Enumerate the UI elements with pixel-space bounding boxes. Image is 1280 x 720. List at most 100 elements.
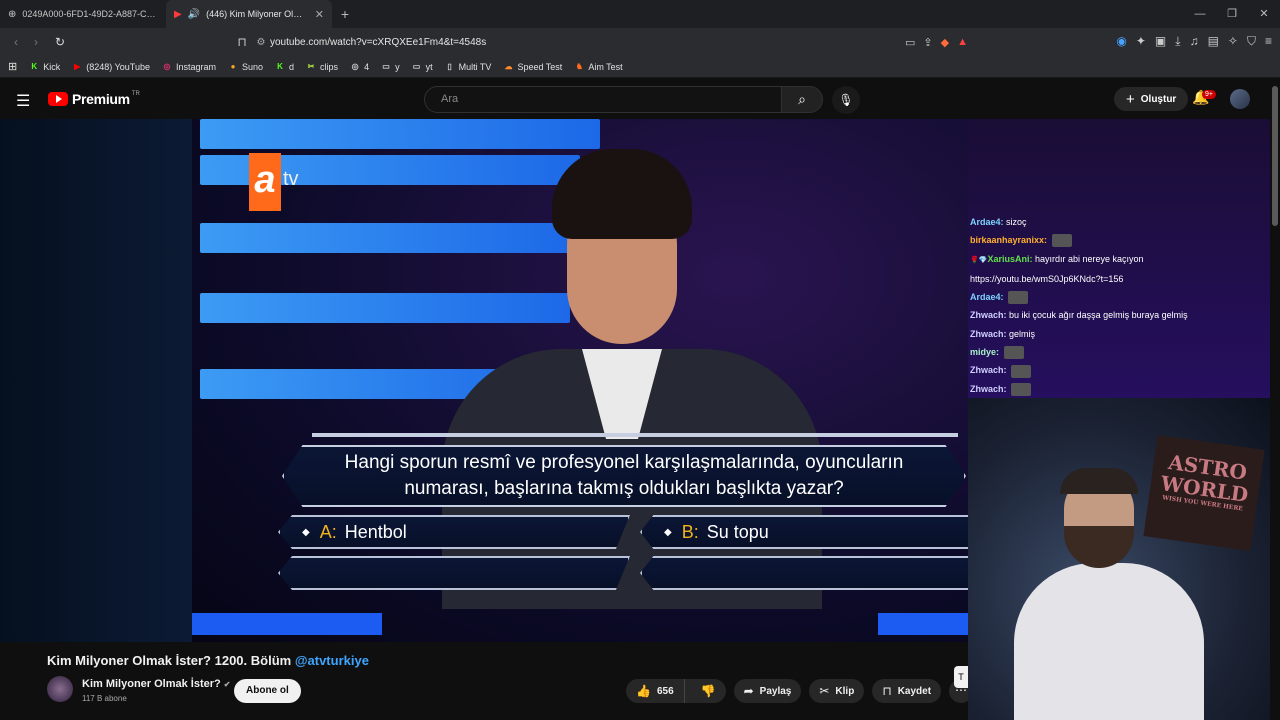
video-frame: a tv Hangi sporun resmî ve profesyonel k… <box>192 119 968 642</box>
bookmark-favicon-icon: ◎ <box>351 61 359 71</box>
bookmark-item[interactable]: ▶ (8248) YouTube <box>72 62 150 72</box>
bookmark-label: Suno <box>242 61 264 72</box>
address-bar: ‹ › ↻ ⊓ ⚙ youtube.com/watch?v=cXRQXEe1Fm… <box>0 28 1280 56</box>
bookmark-item[interactable]: ♞ Aim Test <box>574 62 623 72</box>
video-title: Kim Milyoner Olmak İster? 1200. Bölüm @a… <box>47 653 369 668</box>
channel-handle-link[interactable]: @atvturkiye <box>295 653 369 668</box>
bookmark-favicon-icon: ▭ <box>382 61 390 71</box>
new-tab-button[interactable]: + <box>332 6 358 22</box>
chat-emote-icon <box>1008 291 1029 305</box>
browser-tab[interactable]: ⊕ 0249A000-6FD1-49D2-A887-C83D2... <box>0 0 166 28</box>
reload-icon[interactable]: ↻ <box>50 35 70 49</box>
leo-icon[interactable]: ✧ <box>1228 34 1238 49</box>
extensions-icon[interactable]: ✦ <box>1136 34 1146 49</box>
channel-avatar[interactable] <box>47 676 73 702</box>
bookmark-item[interactable]: ◎ Instagram <box>162 62 216 72</box>
bookmark-favicon-icon: K <box>31 61 38 71</box>
chat-emote-icon <box>1011 382 1032 396</box>
question-line <box>312 433 958 437</box>
stage-light <box>192 613 382 635</box>
chat-message: 🌹💎XariusAni: hayırdır abi nereye kaçıyon <box>970 250 1266 270</box>
dislike-button[interactable]: 👎 <box>691 684 726 698</box>
search-button[interactable]: ⌕ <box>781 86 823 113</box>
account-avatar[interactable] <box>1230 89 1250 109</box>
globe-icon: ⊕ <box>8 8 17 20</box>
bookmark-item[interactable]: Kd <box>275 62 294 72</box>
screenshot-icon[interactable]: ▣ <box>1155 34 1166 49</box>
url-box[interactable]: ⊓ ⚙ youtube.com/watch?v=cXRQXEe1Fm4&t=45… <box>232 31 978 53</box>
scrollbar-thumb[interactable] <box>1272 86 1278 226</box>
bookmark-item[interactable]: ▭ y <box>381 61 400 72</box>
voice-icon[interactable]: ◉ <box>1116 34 1126 49</box>
minimize-icon[interactable]: — <box>1184 0 1216 28</box>
hamburger-menu-icon[interactable]: ☰ <box>16 91 30 111</box>
menu-icon[interactable]: ≡ <box>1265 34 1272 49</box>
wallet-icon[interactable]: ▤ <box>1208 34 1219 49</box>
chat-username: Ardae4: <box>970 292 1004 303</box>
url-text[interactable]: youtube.com/watch?v=cXRQXEe1Fm4&t=4548s <box>270 37 905 48</box>
apps-icon[interactable]: ⊞ <box>8 60 17 73</box>
bookmark-label: Multi TV <box>458 61 492 72</box>
bookmark-favicon-icon: ☁ <box>504 61 513 71</box>
chat-message: https://youtu.be/wmS0Jp6KNdc?t=156 <box>970 270 1266 288</box>
chat-message: Ardae4: sizoç <box>970 213 1266 231</box>
bookmark-label: d <box>289 61 295 72</box>
bookmark-icon[interactable]: ⊓ <box>232 35 252 49</box>
close-tab-icon[interactable]: ✕ <box>315 8 324 21</box>
save-button[interactable]: ⊓ Kaydet <box>872 679 942 703</box>
back-icon[interactable]: ‹ <box>6 35 26 49</box>
youtube-premium-logo[interactable]: Premium TR <box>48 91 140 107</box>
bookmark-favicon-icon: ▭ <box>412 61 421 71</box>
brave-shield-icon[interactable]: ◆ <box>941 36 949 49</box>
side-chip[interactable]: T <box>954 666 968 688</box>
bookmark-item[interactable]: ● Suno <box>228 62 263 72</box>
create-button[interactable]: + Oluştur <box>1114 87 1189 111</box>
astroworld-poster: ASTRO WORLD WISH YOU WERE HERE <box>1143 434 1265 552</box>
webcam-overlay: ASTRO WORLD WISH YOU WERE HERE <box>968 398 1270 720</box>
bookmark-item[interactable]: ▭ yt <box>412 62 433 72</box>
music-icon[interactable]: ♫ <box>1190 34 1199 49</box>
like-button[interactable]: 👍 656 <box>626 679 685 703</box>
chat-text: hayırdır abi nereye kaçıyon <box>1034 253 1144 264</box>
browser-tab-active[interactable]: ▶ 🔊 (446) Kim Milyoner Olmak İste... ✕ <box>166 0 332 28</box>
question-box: Hangi sporun resmî ve profesyonel karşıl… <box>282 445 966 507</box>
bookmark-item[interactable]: ☁ Speed Test <box>503 62 562 72</box>
channel-name[interactable]: Kim Milyoner Olmak İster? ✔ <box>82 678 230 690</box>
download-icon[interactable]: ⤓ <box>1175 34 1180 49</box>
vpn-icon[interactable]: ⛉ <box>1247 34 1256 49</box>
plus-icon: + <box>1126 90 1135 108</box>
chat-username: midye: <box>970 347 1000 358</box>
search-input[interactable] <box>425 87 781 111</box>
share-icon[interactable]: ⇪ <box>923 36 932 49</box>
bookmark-label: yt <box>425 61 433 72</box>
bookmark-item[interactable]: K Kick <box>29 62 60 72</box>
chat-username: XariusAni: <box>987 253 1033 264</box>
answer-d <box>640 556 968 590</box>
search-icon: ⌕ <box>798 91 806 107</box>
rewards-icon[interactable]: ▲ <box>957 36 968 49</box>
share-button[interactable]: ➦ Paylaş <box>733 679 802 703</box>
share-arrow-icon: ➦ <box>743 684 754 698</box>
forward-icon[interactable]: › <box>26 35 46 49</box>
like-dislike-group: 👍 656 👎 <box>626 679 726 703</box>
cast-icon[interactable]: ▭ <box>905 36 915 49</box>
bookmarks-bar: ⊞ K Kick ▶ (8248) YouTube ◎ Instagram ● Suno Kd ✂… <box>0 56 1280 78</box>
site-settings-icon[interactable]: ⚙ <box>252 37 270 48</box>
speaker-icon[interactable]: 🔊 <box>188 9 200 20</box>
maximize-icon[interactable]: ❐ <box>1216 0 1248 28</box>
bookmark-favicon-icon: ● <box>230 61 236 71</box>
answer-a: ◆ A: Hentbol <box>278 515 630 549</box>
bookmark-item[interactable]: ▯ Multi TV <box>445 61 492 72</box>
bookmark-item[interactable]: ◎ 4 <box>350 61 370 72</box>
bookmark-label: y <box>395 61 400 72</box>
chat-message: Zhwach: <box>970 361 1266 379</box>
close-window-icon[interactable]: ✕ <box>1248 0 1280 28</box>
subscribe-button[interactable]: Abone ol <box>234 679 301 703</box>
video-background-left <box>0 119 192 642</box>
chat-emote-icon <box>1051 234 1072 248</box>
bookmark-item[interactable]: ✂ clips <box>306 62 338 72</box>
question-text: Hangi sporun resmî ve profesyonel karşıl… <box>344 452 904 499</box>
voice-search-button[interactable]: 🎙 <box>832 86 860 114</box>
clip-button[interactable]: ✂ Klip <box>809 679 865 703</box>
video-actions: 👍 656 👎 ➦ Paylaş ✂ Klip ⊓ Kaydet ⋯ <box>626 679 974 703</box>
